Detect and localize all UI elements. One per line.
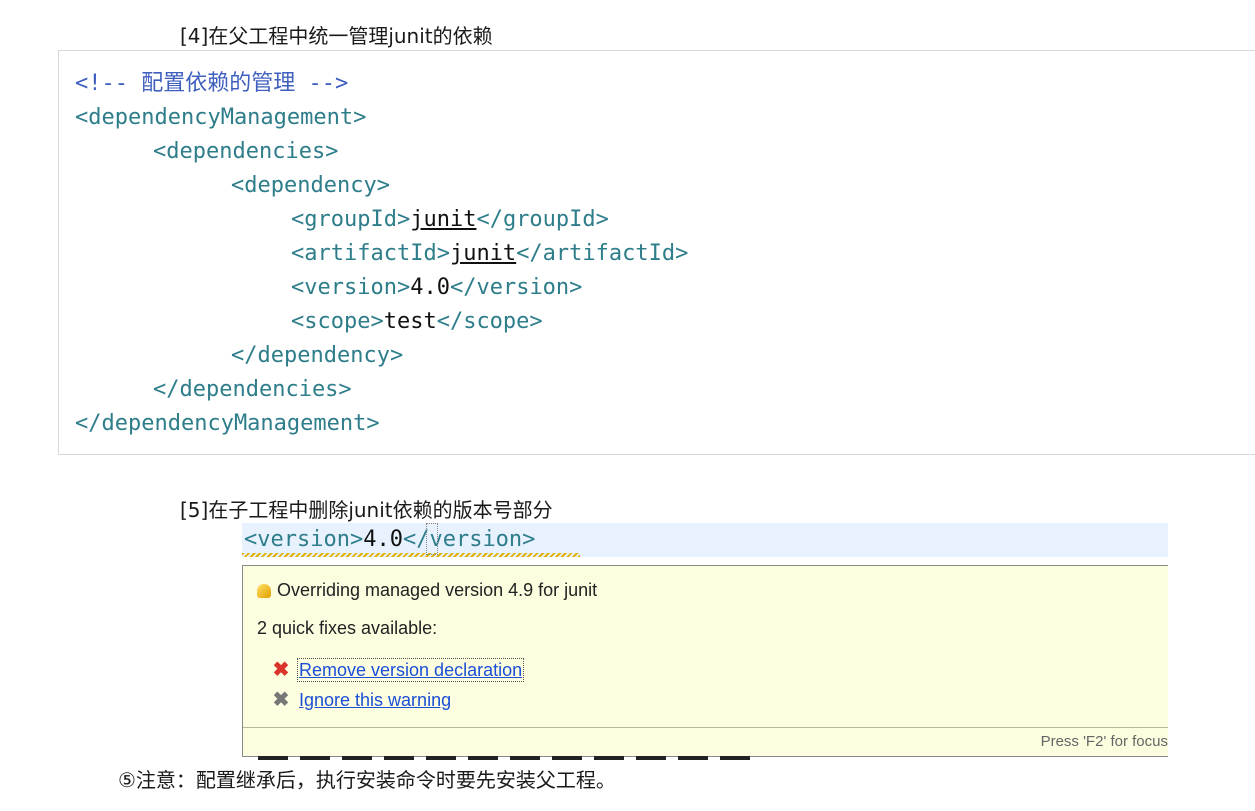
snippet-version-close-tag: </version> bbox=[402, 527, 536, 552]
dependency-management-open-tag: <dependencyManagement> bbox=[75, 105, 367, 130]
group-id-line: <groupId>junit</groupId> bbox=[291, 205, 609, 235]
snippet-version-open-tag: <version> bbox=[244, 527, 364, 552]
scope-close-tag: </scope> bbox=[436, 309, 543, 334]
popup-title: Overriding managed version 4.9 for junit bbox=[257, 580, 597, 601]
code-block-parent-pom: <!-- 配置依赖的管理 --> <dependencyManagement> … bbox=[58, 50, 1255, 455]
section-4-heading: [4]在父工程中统一管理junit的依赖 bbox=[180, 24, 493, 48]
red-x-icon: ✖ bbox=[272, 659, 290, 681]
artifact-id-line: <artifactId>junit</artifactId> bbox=[291, 239, 688, 269]
quick-fix-ignore-warning[interactable]: ✖ Ignore this warning bbox=[271, 687, 451, 712]
artifact-id-close-tag: </artifactId> bbox=[516, 241, 689, 266]
version-close-tag: </version> bbox=[449, 275, 583, 300]
section-5-heading: [5]在子工程中删除junit依赖的版本号部分 bbox=[180, 498, 553, 522]
version-value: 4.0 bbox=[410, 275, 450, 300]
warning-squiggle bbox=[242, 553, 580, 557]
group-id-value: junit bbox=[410, 207, 477, 232]
artifact-id-value: junit bbox=[449, 241, 517, 266]
editor-version-line[interactable]: <version>4.0</version> bbox=[242, 523, 1168, 557]
version-open-tag: <version> bbox=[291, 275, 411, 300]
group-id-close-tag: </groupId> bbox=[476, 207, 609, 232]
artifact-id-open-tag: <artifactId> bbox=[291, 241, 450, 266]
group-id-open-tag: <groupId> bbox=[291, 207, 411, 232]
focus-hint: Press 'F2' for focus bbox=[1040, 733, 1168, 750]
snippet-version-value: 4.0 bbox=[363, 527, 403, 552]
scope-value: test bbox=[383, 309, 437, 334]
text-cursor bbox=[426, 523, 438, 555]
gray-x-icon: ✖ bbox=[272, 689, 290, 711]
lightbulb-warning-icon bbox=[257, 584, 271, 598]
ignore-warning-link[interactable]: Ignore this warning bbox=[299, 690, 451, 710]
dependency-open-tag: <dependency> bbox=[231, 173, 390, 198]
dependencies-close-tag: </dependencies> bbox=[153, 377, 352, 402]
dependency-close-tag: </dependency> bbox=[231, 343, 404, 368]
scope-open-tag: <scope> bbox=[291, 309, 384, 334]
popup-footer: Press 'F2' for focus bbox=[243, 727, 1168, 756]
version-line: <version>4.0</version> bbox=[291, 273, 582, 303]
quick-fix-count: 2 quick fixes available: bbox=[257, 618, 438, 638]
obscured-text-remnant bbox=[258, 756, 758, 760]
dependency-management-close-tag: </dependencyManagement> bbox=[75, 411, 380, 436]
code-comment: <!-- 配置依赖的管理 --> bbox=[75, 71, 349, 96]
remove-version-link[interactable]: Remove version declaration bbox=[296, 658, 525, 682]
scope-line: <scope>test</scope> bbox=[291, 307, 543, 337]
quick-fix-popup: Overriding managed version 4.9 for junit… bbox=[242, 565, 1168, 757]
snippet-code: <version>4.0</version> bbox=[244, 525, 535, 555]
popup-title-text: Overriding managed version 4.9 for junit bbox=[277, 580, 598, 600]
quick-fix-remove-version[interactable]: ✖ Remove version declaration bbox=[271, 657, 525, 682]
install-note: ⑤注意：配置继承后，执行安装命令时要先安装父工程。 bbox=[118, 768, 616, 792]
dependencies-open-tag: <dependencies> bbox=[153, 139, 339, 164]
